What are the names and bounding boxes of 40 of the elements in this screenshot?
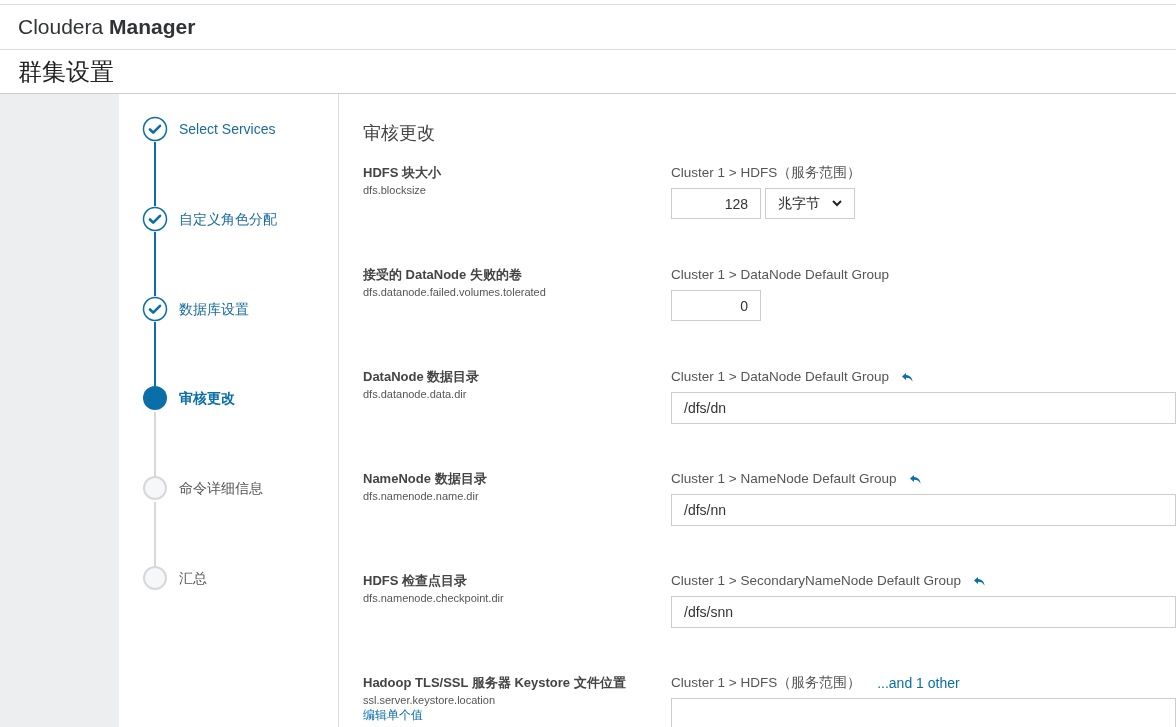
undo-icon[interactable]	[908, 473, 922, 485]
step-label[interactable]: 数据库设置	[179, 298, 249, 320]
number-input[interactable]: 128	[671, 188, 761, 219]
scope-label: Cluster 1 > DataNode Default Group	[671, 265, 889, 284]
step-label[interactable]: Select Services	[179, 118, 276, 140]
setting-key: dfs.datanode.failed.volumes.tolerated	[363, 285, 546, 299]
section-title: 审核更改	[363, 122, 436, 144]
scope-label: Cluster 1 > NameNode Default Group	[671, 469, 897, 488]
setting-key: dfs.namenode.name.dir	[363, 489, 479, 503]
step-label[interactable]: 命令详细信息	[179, 477, 263, 499]
scope-label: Cluster 1 > SecondaryNameNode Default Group	[671, 571, 962, 590]
step-label[interactable]: 审核更改	[179, 387, 235, 409]
setting-label: DataNode 数据目录	[363, 368, 480, 386]
undo-icon[interactable]	[973, 575, 987, 587]
step-label[interactable]: 汇总	[179, 567, 207, 589]
text-input[interactable]: /dfs/snn	[671, 596, 1176, 628]
undo-icon[interactable]	[901, 371, 914, 383]
chevron-down-icon	[832, 200, 842, 207]
others-link[interactable]: ...and 1 other	[877, 672, 960, 694]
scope-label: Cluster 1 > DataNode Default Group	[671, 367, 889, 386]
edit-individual-values-link[interactable]: 编辑单个值	[363, 708, 423, 723]
setting-label: NameNode 数据目录	[363, 470, 487, 488]
scope-label: Cluster 1 > HDFS（服务范围）	[671, 673, 862, 692]
step-label[interactable]: 自定义角色分配	[179, 208, 277, 230]
setting-label: 接受的 DataNode 失败的卷	[363, 266, 522, 284]
setting-label: HDFS 检查点目录	[363, 572, 467, 590]
text-input[interactable]	[671, 698, 1176, 727]
page-title: 群集设置	[18, 56, 114, 87]
brand-name: Cloudera Manager	[18, 14, 196, 41]
text-input[interactable]: /dfs/dn	[671, 392, 1176, 424]
scope-label: Cluster 1 > HDFS（服务范围）	[671, 163, 862, 182]
setting-key: dfs.datanode.data.dir	[363, 387, 467, 401]
setting-label: HDFS 块大小	[363, 164, 441, 182]
setting-key: dfs.namenode.checkpoint.dir	[363, 591, 504, 605]
number-input[interactable]: 0	[671, 290, 761, 321]
text-input[interactable]: /dfs/nn	[671, 494, 1176, 526]
setting-label: Hadoop TLS/SSL 服务器 Keystore 文件位置	[363, 674, 626, 692]
setting-key: ssl.server.keystore.location	[363, 693, 496, 707]
setting-key: dfs.blocksize	[363, 183, 426, 197]
unit-select[interactable]: 兆字节	[765, 188, 855, 219]
